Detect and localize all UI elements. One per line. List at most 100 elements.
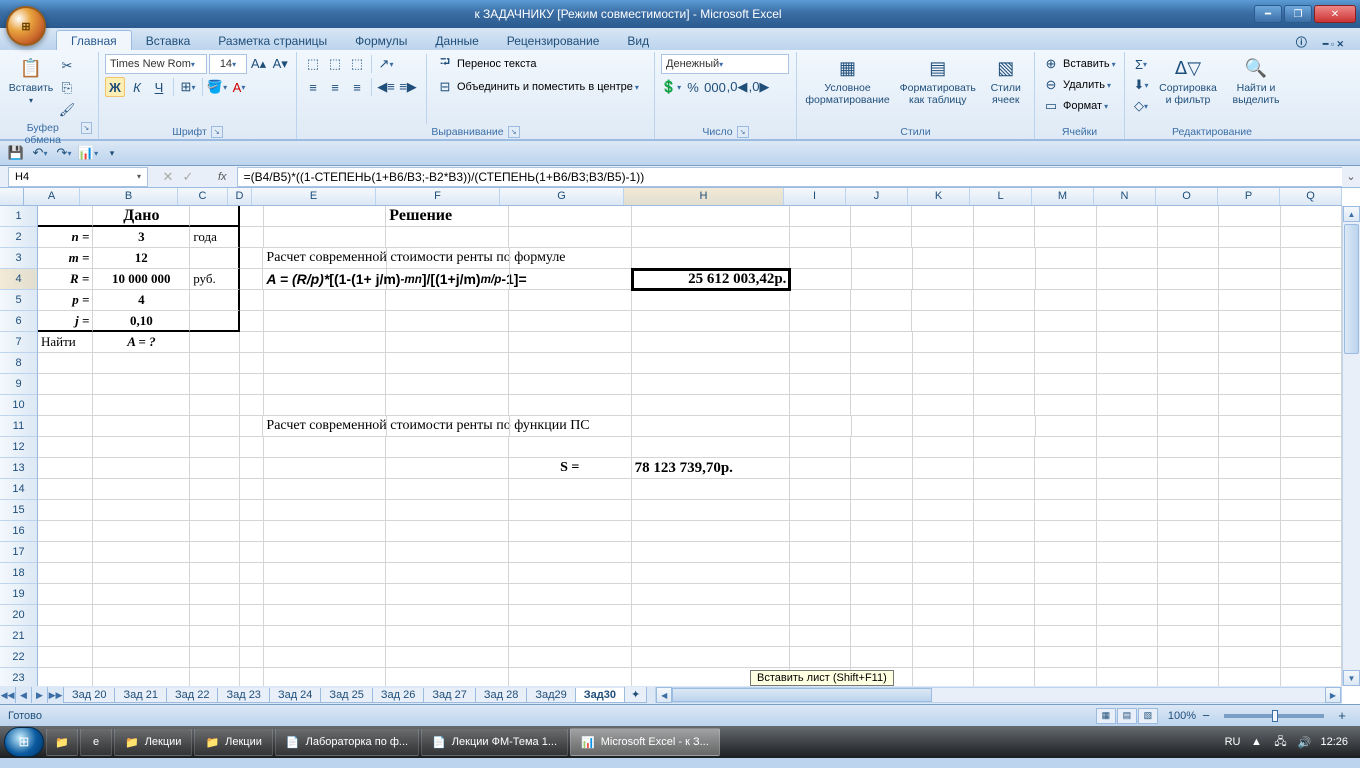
cell-Q5[interactable] — [1281, 290, 1342, 311]
cell-I5[interactable] — [790, 290, 851, 311]
cell-H14[interactable] — [632, 479, 790, 500]
sheet-nav-prev[interactable]: ◀ — [16, 687, 32, 703]
cell-P18[interactable] — [1219, 563, 1280, 584]
cell-K9[interactable] — [913, 374, 974, 395]
cell-D23[interactable] — [240, 668, 264, 686]
cell-I4[interactable] — [790, 269, 851, 290]
cell-H3[interactable] — [632, 248, 790, 269]
cell-C18[interactable] — [190, 563, 240, 584]
cell-E1[interactable] — [264, 206, 387, 227]
cell-M8[interactable] — [1035, 353, 1096, 374]
cell-L11[interactable] — [974, 416, 1035, 437]
cell-Q13[interactable] — [1281, 458, 1342, 479]
cell-C22[interactable] — [190, 647, 240, 668]
cell-B17[interactable] — [93, 542, 190, 563]
sheet-tab-10[interactable]: Зад30 — [575, 688, 625, 703]
cell-G4[interactable] — [510, 269, 632, 290]
sheet-nav-last[interactable]: ▶▶ — [48, 687, 64, 703]
new-sheet-button[interactable]: ✦ — [624, 687, 647, 703]
cell-O22[interactable] — [1158, 647, 1219, 668]
vertical-scrollbar[interactable]: ▲ ▼ — [1342, 206, 1360, 686]
cell-M3[interactable] — [1036, 248, 1097, 269]
cell-F19[interactable] — [386, 584, 509, 605]
cell-I15[interactable] — [790, 500, 851, 521]
cell-I17[interactable] — [790, 542, 851, 563]
col-header-O[interactable]: O — [1156, 188, 1218, 205]
cell-L20[interactable] — [974, 605, 1035, 626]
cell-C5[interactable] — [190, 290, 240, 311]
cell-H17[interactable] — [632, 542, 790, 563]
tab-insert[interactable]: Вставка — [132, 31, 205, 50]
cell-B13[interactable] — [93, 458, 190, 479]
cell-O23[interactable] — [1158, 668, 1219, 686]
cell-D6[interactable] — [240, 311, 264, 332]
cell-F5[interactable] — [386, 290, 509, 311]
view-normal-button[interactable]: ▦ — [1096, 708, 1116, 724]
row-header-15[interactable]: 15 — [0, 500, 37, 521]
cell-F18[interactable] — [386, 563, 509, 584]
cell-H4[interactable]: 25 612 003,42р. — [632, 269, 790, 290]
cell-B4[interactable]: 10 000 000 — [93, 269, 190, 290]
cell-E10[interactable] — [264, 395, 387, 416]
cell-B18[interactable] — [93, 563, 190, 584]
cell-P17[interactable] — [1219, 542, 1280, 563]
sheet-tab-7[interactable]: Зад 27 — [423, 688, 475, 703]
cell-J9[interactable] — [851, 374, 912, 395]
help-icon[interactable]: ⓘ — [1288, 34, 1315, 50]
cell-G20[interactable] — [509, 605, 632, 626]
row-header-8[interactable]: 8 — [0, 353, 37, 374]
cell-G8[interactable] — [509, 353, 632, 374]
wrap-text-button[interactable]: ⮒Перенос текста — [435, 54, 648, 74]
cell-F6[interactable] — [386, 311, 509, 332]
percent-icon[interactable]: % — [683, 77, 703, 97]
cell-M5[interactable] — [1035, 290, 1096, 311]
cell-O18[interactable] — [1158, 563, 1219, 584]
cell-F8[interactable] — [386, 353, 509, 374]
cell-H15[interactable] — [632, 500, 790, 521]
cell-Q9[interactable] — [1281, 374, 1342, 395]
cell-H1[interactable] — [632, 206, 790, 227]
align-middle-icon[interactable]: ⬚ — [325, 54, 345, 74]
cell-Q8[interactable] — [1281, 353, 1342, 374]
row-header-22[interactable]: 22 — [0, 647, 37, 668]
cell-J2[interactable] — [851, 227, 912, 248]
cell-F13[interactable] — [386, 458, 509, 479]
cell-C11[interactable] — [190, 416, 239, 437]
cell-C1[interactable] — [190, 206, 240, 227]
cell-D3[interactable] — [240, 248, 264, 269]
clock[interactable]: 12:26 — [1320, 736, 1348, 748]
cell-O19[interactable] — [1158, 584, 1219, 605]
cell-D17[interactable] — [240, 542, 264, 563]
cancel-formula-icon[interactable]: ✕ — [158, 167, 178, 187]
sort-filter-button[interactable]: ᐃ▽Сортировка и фильтр — [1155, 54, 1221, 124]
cell-G7[interactable] — [509, 332, 632, 353]
cell-A12[interactable] — [38, 437, 93, 458]
cell-F10[interactable] — [386, 395, 509, 416]
cell-K15[interactable] — [913, 500, 974, 521]
cell-O15[interactable] — [1158, 500, 1219, 521]
fill-color-button[interactable]: 🪣 — [207, 77, 227, 97]
cell-Q22[interactable] — [1281, 647, 1342, 668]
underline-button[interactable]: Ч — [149, 77, 169, 97]
cell-H18[interactable] — [632, 563, 790, 584]
cut-icon[interactable]: ✂ — [57, 56, 77, 76]
cell-E17[interactable] — [264, 542, 387, 563]
cell-E9[interactable] — [264, 374, 387, 395]
cell-O2[interactable] — [1158, 227, 1219, 248]
sheet-tab-9[interactable]: Зад29 — [526, 688, 575, 703]
row-header-21[interactable]: 21 — [0, 626, 37, 647]
col-header-I[interactable]: I — [784, 188, 846, 205]
cell-B3[interactable]: 12 — [93, 248, 190, 269]
cell-E8[interactable] — [264, 353, 387, 374]
cell-J13[interactable] — [851, 458, 912, 479]
cell-H10[interactable] — [632, 395, 790, 416]
sheet-tab-3[interactable]: Зад 23 — [217, 688, 269, 703]
cell-B23[interactable] — [93, 668, 190, 686]
col-header-P[interactable]: P — [1218, 188, 1280, 205]
find-select-button[interactable]: 🔍Найти и выделить — [1225, 54, 1287, 124]
formula-input[interactable]: =(B4/B5)*((1-СТЕПЕНЬ(1+B6/B3;-B2*B3))/(С… — [237, 167, 1342, 187]
cell-K10[interactable] — [913, 395, 974, 416]
cell-M19[interactable] — [1035, 584, 1096, 605]
cell-E2[interactable] — [264, 227, 387, 248]
cell-N13[interactable] — [1097, 458, 1158, 479]
